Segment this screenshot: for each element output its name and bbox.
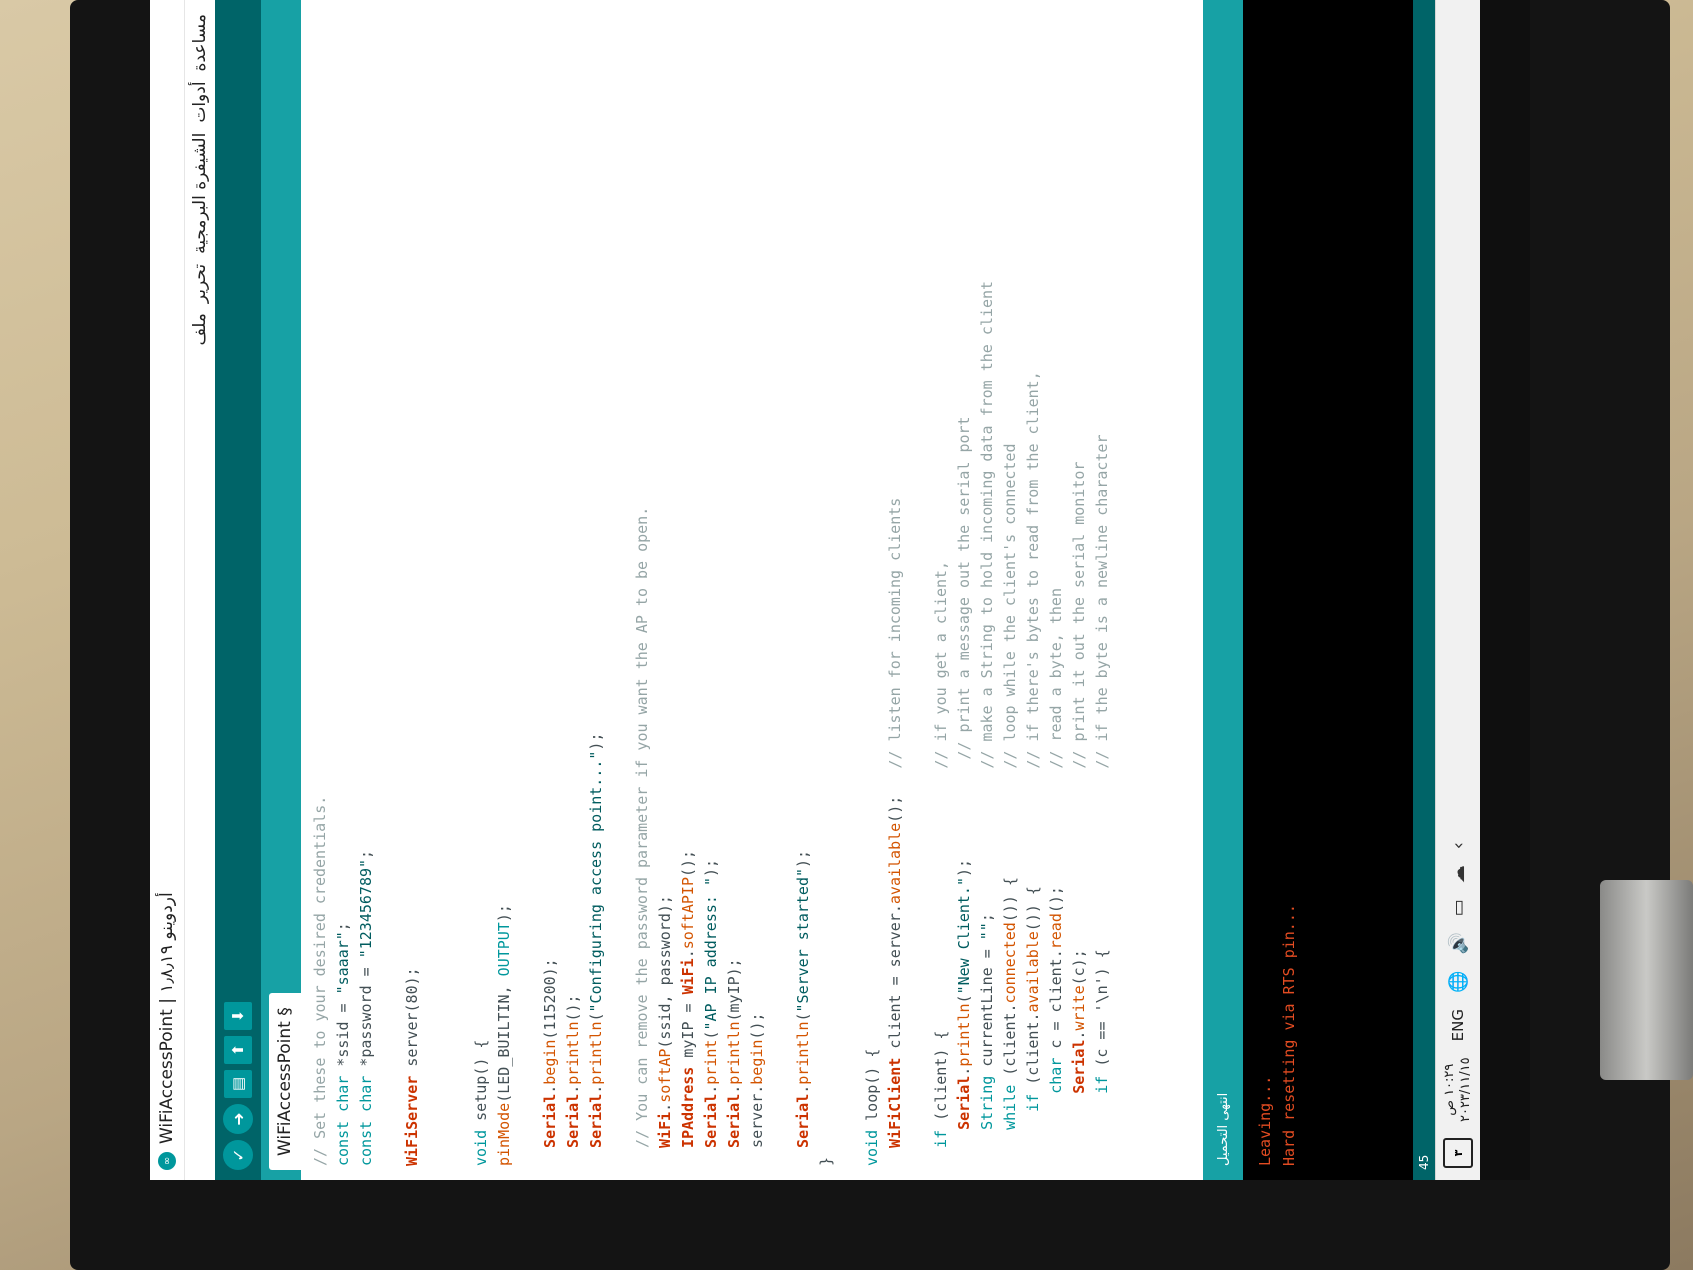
arrow-down-icon: ⬇ <box>229 1009 247 1023</box>
code-line: WiFiClient client = server.available(); … <box>886 497 904 1148</box>
battery-icon[interactable]: ▭ <box>1448 899 1469 916</box>
upload-button[interactable]: ➜ <box>223 1104 253 1134</box>
code-line: void loop() { <box>863 1048 881 1166</box>
code-line: server.begin(); <box>748 1012 766 1166</box>
open-button[interactable]: ⬆ <box>224 1036 252 1064</box>
tab-bar: WiFiAccessPoint § <box>261 0 301 1180</box>
code-line: // Set these to your desired credentials… <box>311 795 329 1166</box>
code-line: char c = client.read(); // read a byte, … <box>1047 588 1065 1094</box>
code-line: Serial.println("New Client."); // print … <box>955 416 973 1130</box>
toolbar: ✓ ➜ ▤ ⬆ ⬇ <box>215 0 261 1180</box>
code-line: Serial.print("AP IP address: "); <box>702 858 720 1148</box>
status-bar: انتهى التحميل <box>1203 0 1243 1180</box>
chevron-up-icon[interactable]: ‹ <box>1448 842 1469 849</box>
code-line: Serial.write(c); // print it out the ser… <box>1070 461 1088 1094</box>
code-line: while (client.connected()) { // loop whi… <box>1001 443 1019 1130</box>
code-line: Serial.println("Configuring access point… <box>587 732 605 1148</box>
save-button[interactable]: ⬇ <box>224 1002 252 1030</box>
code-line: pinMode(LED_BUILTIN, OUTPUT); <box>495 904 513 1166</box>
code-line: Serial.println(); <box>564 994 582 1148</box>
clock-time: ١٠:٢٩ ص <box>1442 1063 1457 1116</box>
notification-button[interactable]: ٣ <box>1443 1138 1473 1168</box>
code-editor[interactable]: // Set these to your desired credentials… <box>301 0 1203 1180</box>
code-line: if (client) { // if you get a client, <box>932 560 950 1148</box>
clock[interactable]: ١٠:٢٩ ص ٢٠٢٣/١١/١٥ <box>1442 1057 1474 1122</box>
window-title: WiFiAccessPoint | أردوينو ١٫٨٫١٩ <box>157 892 177 1144</box>
code-line: Serial.begin(115200); <box>541 958 559 1148</box>
globe-icon[interactable]: 🌐 <box>1448 971 1469 993</box>
new-file-icon: ▤ <box>229 1076 247 1092</box>
output-console: Leaving... Hard resetting via RTS pin... <box>1243 0 1413 1180</box>
code-line: Serial.println("Server started"); <box>794 849 812 1148</box>
code-line: if (client.available()) { // if there's … <box>1024 371 1042 1112</box>
menu-bar: ملف تحرير الشيفرة البرمجية أدوات مساعدة <box>185 0 215 1180</box>
check-icon: ✓ <box>228 1148 248 1162</box>
menu-file[interactable]: ملف <box>190 313 210 345</box>
arrow-up-icon: ⬆ <box>229 1043 247 1057</box>
menu-edit[interactable]: تحرير <box>190 264 210 303</box>
laptop-hinge <box>1600 880 1693 1080</box>
arduino-ide-window: ∞ WiFiAccessPoint | أردوينو ١٫٨٫١٩ ملف ت… <box>150 0 1480 1180</box>
code-line: const char *ssid = "saaar"; <box>334 922 352 1166</box>
code-line: const char *password = "123456789"; <box>357 849 375 1166</box>
new-button[interactable]: ▤ <box>224 1070 252 1098</box>
cloud-icon[interactable]: ☁ <box>1448 865 1469 883</box>
menu-sketch[interactable]: الشيفرة البرمجية <box>190 133 210 254</box>
code-line: // You can remove the password parameter… <box>633 506 651 1148</box>
status-text: انتهى التحميل <box>1215 1092 1231 1166</box>
language-indicator[interactable]: ENG <box>1449 1009 1467 1041</box>
taskbar: ٣ ١٠:٢٩ ص ٢٠٢٣/١١/١٥ ENG 🌐 🔊 ▭ ☁ ‹ <box>1435 0 1480 1180</box>
code-line: WiFi.softAP(ssid, password); <box>656 895 674 1148</box>
title-bar: ∞ WiFiAccessPoint | أردوينو ١٫٨٫١٩ <box>150 0 185 1180</box>
volume-icon[interactable]: 🔊 <box>1448 932 1469 954</box>
code-line: WiFiServer server(80); <box>403 967 421 1166</box>
code-line: IPAddress myIP = WiFi.softAPIP(); <box>679 849 697 1148</box>
code-line: } <box>817 1156 835 1166</box>
menu-tools[interactable]: أدوات <box>190 81 210 122</box>
tab-wifiaccesspoint[interactable]: WiFiAccessPoint § <box>269 993 301 1170</box>
code-line: String currentLine = ""; // make a Strin… <box>978 280 996 1130</box>
clock-date: ٢٠٢٣/١١/١٥ <box>1458 1057 1473 1122</box>
menu-help[interactable]: مساعدة <box>190 14 210 71</box>
code-line: void setup() { <box>472 1039 490 1166</box>
line-number-bar: 45 <box>1413 0 1435 1180</box>
code-line: Serial.println(myIP); <box>725 958 743 1148</box>
arrow-right-icon: ➜ <box>228 1112 248 1126</box>
arduino-icon: ∞ <box>158 1152 176 1170</box>
line-number: 45 <box>1417 1154 1431 1170</box>
console-line: Hard resetting via RTS pin... <box>1280 904 1298 1166</box>
console-line: Leaving... <box>1256 1075 1274 1166</box>
code-line: if (c == '\n') { // if the byte is a new… <box>1093 434 1111 1094</box>
verify-button[interactable]: ✓ <box>223 1140 253 1170</box>
